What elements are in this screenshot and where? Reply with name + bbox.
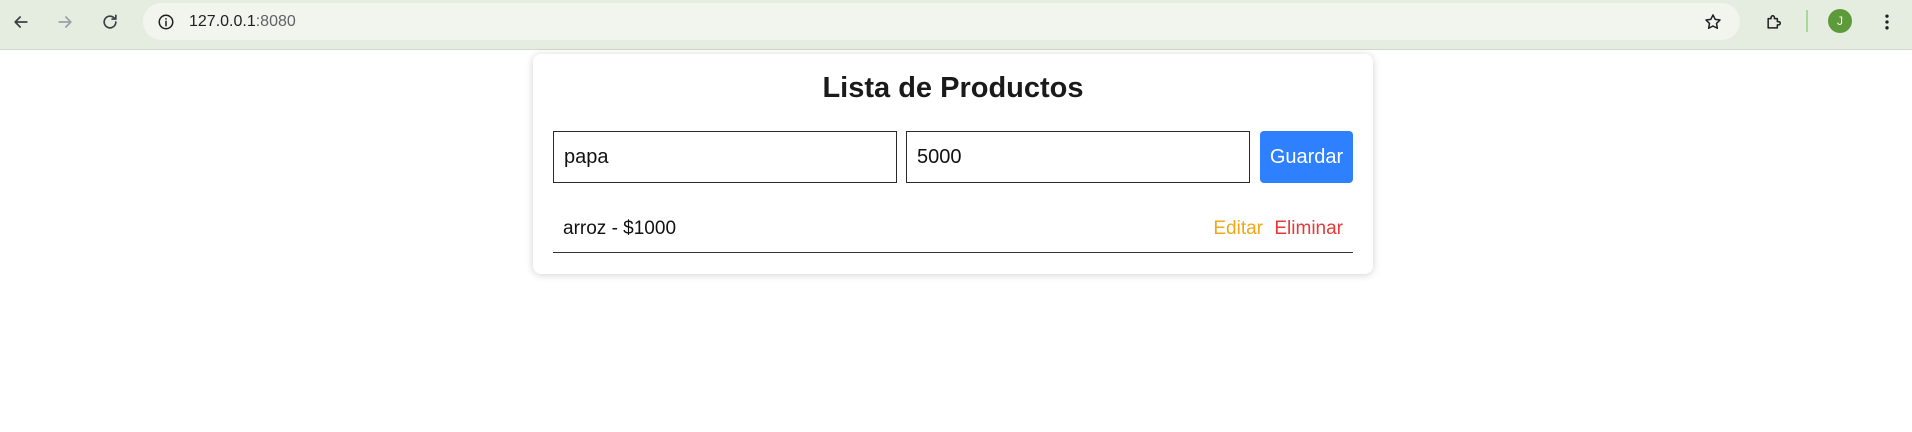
arrow-right-icon — [58, 16, 72, 28]
edit-link[interactable]: Editar — [1213, 218, 1263, 240]
product-card: Lista de Productos Guardar arroz - $1000… — [533, 54, 1373, 274]
forward-button[interactable] — [49, 6, 81, 38]
info-icon — [158, 14, 174, 30]
product-list: arroz - $1000 Editar Eliminar — [553, 203, 1353, 253]
url-port: :8080 — [255, 13, 296, 30]
arrow-left-icon — [14, 16, 28, 28]
kebab-menu-icon — [1885, 14, 1889, 30]
site-info-button[interactable] — [153, 9, 179, 35]
extensions-button[interactable] — [1758, 6, 1790, 38]
url-text[interactable]: 127.0.0.1:8080 — [189, 13, 296, 31]
back-button[interactable] — [5, 6, 37, 38]
url-host: 127.0.0.1 — [189, 13, 256, 30]
product-price-input[interactable] — [906, 131, 1250, 183]
address-bar[interactable]: 127.0.0.1:8080 — [143, 3, 1740, 40]
star-icon — [1705, 14, 1721, 29]
product-name-input[interactable] — [553, 131, 897, 183]
reload-icon — [103, 14, 117, 29]
browser-menu-button[interactable] — [1871, 6, 1903, 38]
puzzle-icon — [1767, 15, 1781, 29]
toolbar-divider — [1806, 10, 1808, 32]
reload-button[interactable] — [94, 6, 126, 38]
delete-link[interactable]: Eliminar — [1274, 218, 1343, 240]
product-item-text: arroz - $1000 — [563, 218, 677, 239]
page-title: Lista de Productos — [822, 72, 1084, 104]
browser-toolbar: 127.0.0.1:8080 J — [0, 0, 1912, 50]
list-item: arroz - $1000 Editar Eliminar — [553, 203, 1353, 253]
bookmark-button[interactable] — [1700, 9, 1726, 35]
save-button[interactable]: Guardar — [1260, 131, 1353, 183]
profile-avatar[interactable]: J — [1828, 9, 1852, 33]
